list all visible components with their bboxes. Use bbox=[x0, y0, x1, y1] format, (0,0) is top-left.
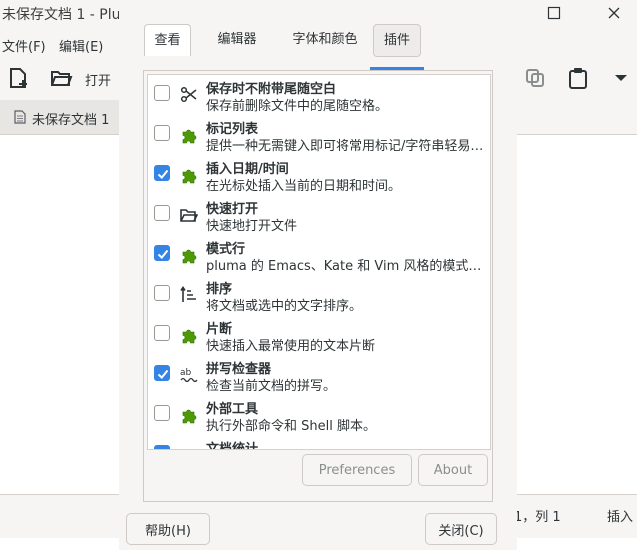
plugin-description: 提供一种无需键入即可将常用标记/字符串轻易插入文档的方法。 bbox=[206, 139, 486, 154]
plugin-row[interactable]: 保存时不附带尾随空白 保存前删除文件中的尾随空格。 bbox=[148, 75, 490, 115]
close-button[interactable]: 关闭(C) bbox=[425, 513, 497, 545]
plugin-checkbox[interactable] bbox=[154, 165, 170, 181]
close-window-icon[interactable] bbox=[603, 3, 625, 23]
menu-file[interactable]: 文件(F) bbox=[2, 36, 46, 55]
plugin-row[interactable]: ab 拼写检查器 检查当前文档的拼写。 bbox=[148, 355, 490, 395]
puzzle-icon bbox=[180, 126, 198, 144]
cursor-position: 1，列 1 bbox=[514, 510, 561, 525]
insert-mode[interactable]: 插入 bbox=[607, 506, 633, 525]
plugin-description: pluma 的 Emacs、Kate 和 Vim 风格的模式行支持。 bbox=[206, 259, 486, 274]
plugin-checkbox[interactable] bbox=[154, 325, 170, 341]
plugin-description: 将文档或选中的文字排序。 bbox=[206, 299, 363, 314]
document-icon bbox=[14, 110, 26, 124]
new-document-icon[interactable] bbox=[4, 64, 32, 92]
plugin-description: 在光标处插入当前的日期和时间。 bbox=[206, 179, 402, 194]
puzzle-icon bbox=[180, 446, 198, 449]
menu-edit[interactable]: 编辑(E) bbox=[59, 36, 103, 55]
dialog-tabs: 查看 编辑器 字体和颜色 插件 bbox=[140, 24, 493, 70]
plugin-checkbox[interactable] bbox=[154, 245, 170, 261]
open-button-label[interactable]: 打开 bbox=[85, 70, 111, 89]
plugin-description: 快速地打开文件 bbox=[206, 219, 298, 234]
open-folder-icon[interactable] bbox=[47, 64, 75, 92]
puzzle-icon bbox=[180, 166, 198, 184]
scissors-icon bbox=[180, 86, 198, 104]
about-button[interactable]: About bbox=[418, 454, 488, 486]
plugin-row[interactable]: 片断 快速插入最常使用的文本片断 bbox=[148, 315, 490, 355]
plugin-row[interactable]: 快速打开 快速地打开文件 bbox=[148, 195, 490, 235]
tab-editor[interactable]: 编辑器 bbox=[206, 24, 268, 55]
plugin-checkbox[interactable] bbox=[154, 285, 170, 301]
document-tab[interactable]: 未保存文档 1 bbox=[0, 100, 121, 134]
puzzle-icon bbox=[180, 406, 198, 424]
plugin-list[interactable]: 保存时不附带尾随空白 保存前删除文件中的尾随空格。 标记列表 提供一种无需键入即可将常… bbox=[147, 74, 491, 450]
plugin-description: 保存前删除文件中的尾随空格。 bbox=[206, 99, 389, 114]
plugin-checkbox[interactable] bbox=[154, 85, 170, 101]
plugin-row[interactable]: 模式行pluma 的 Emacs、Kate 和 Vim 风格的模式行支持。 bbox=[148, 235, 490, 275]
svg-text:ab: ab bbox=[180, 368, 192, 378]
plugin-checkbox[interactable] bbox=[154, 445, 170, 449]
maximize-icon[interactable] bbox=[543, 3, 565, 23]
help-button[interactable]: 帮助(H) bbox=[126, 513, 210, 545]
plugin-row[interactable]: 标记列表提供一种无需键入即可将常用标记/字符串轻易插入文档的方法。 bbox=[148, 115, 490, 155]
document-tab-label: 未保存文档 1 bbox=[32, 113, 110, 128]
plugin-description: 检查当前文档的拼写。 bbox=[206, 379, 337, 394]
preferences-dialog: 查看 编辑器 字体和颜色 插件 保存时不附带尾随空白 保存前删除文件中的尾随空格。… bbox=[119, 10, 517, 550]
preferences-button[interactable]: Preferences bbox=[302, 454, 412, 486]
copy-icon[interactable] bbox=[521, 64, 549, 92]
tab-view[interactable]: 查看 bbox=[144, 24, 191, 56]
tab-fonts-colors[interactable]: 字体和颜色 bbox=[280, 24, 370, 55]
plugin-checkbox[interactable] bbox=[154, 125, 170, 141]
paste-icon[interactable] bbox=[564, 64, 592, 92]
plugin-row[interactable]: 排序 将文档或选中的文字排序。 bbox=[148, 275, 490, 315]
puzzle-icon bbox=[180, 326, 198, 344]
plugin-checkbox[interactable] bbox=[154, 365, 170, 381]
plugin-description: 执行外部命令和 Shell 脚本。 bbox=[206, 419, 376, 434]
tab-plugins[interactable]: 插件 bbox=[373, 24, 421, 57]
spellcheck-icon: ab bbox=[180, 366, 198, 384]
overflow-chevron-down-icon[interactable] bbox=[607, 64, 635, 92]
plugin-row[interactable]: 外部工具 执行外部命令和 Shell 脚本。 bbox=[148, 395, 490, 435]
plugin-row[interactable]: 插入日期/时间 在光标处插入当前的日期和时间。 bbox=[148, 155, 490, 195]
plugin-checkbox[interactable] bbox=[154, 405, 170, 421]
plugin-row[interactable]: 文档统计 bbox=[148, 435, 490, 450]
plugin-checkbox[interactable] bbox=[154, 205, 170, 221]
puzzle-icon bbox=[180, 246, 198, 264]
plugin-name: 文档统计 bbox=[206, 442, 259, 450]
folder-open-icon bbox=[180, 206, 199, 224]
plugin-description: 快速插入最常使用的文本片断 bbox=[206, 339, 376, 354]
sort-icon bbox=[180, 286, 198, 304]
plugins-frame: 保存时不附带尾随空白 保存前删除文件中的尾随空格。 标记列表 提供一种无需键入即可将常… bbox=[143, 70, 493, 502]
